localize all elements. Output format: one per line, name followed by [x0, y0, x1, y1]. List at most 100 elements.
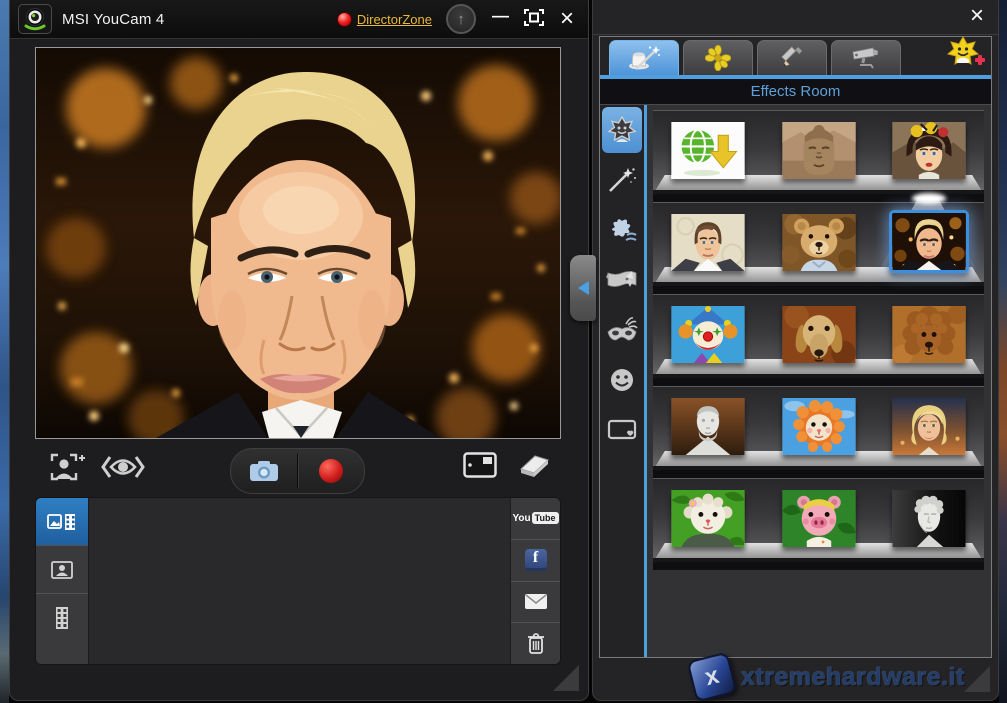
effect-thumb-plush-sheep[interactable] — [671, 490, 745, 547]
effect-thumb-download-from-directorzone[interactable] — [671, 122, 745, 179]
youtube-logo: You Tube — [513, 512, 559, 524]
close-button[interactable]: × — [970, 4, 984, 28]
chevron-left-icon — [571, 281, 589, 295]
snapshot-button[interactable] — [231, 449, 297, 493]
upload-arrow-icon: ↑ — [457, 11, 465, 28]
photo-and-video-icon — [47, 513, 77, 531]
restore-icon — [524, 9, 544, 26]
share-facebook-button[interactable]: f — [511, 540, 560, 582]
tab-surveillance[interactable] — [831, 40, 901, 75]
pencil-icon — [779, 45, 805, 71]
frame-heart-icon — [607, 418, 637, 442]
category-masks[interactable] — [602, 307, 642, 353]
category-particles[interactable] — [602, 207, 642, 253]
effects-shelves — [647, 105, 991, 657]
face-tracking-button[interactable] — [101, 452, 145, 487]
eraser-icon — [517, 452, 551, 478]
shelf-edge — [653, 374, 984, 378]
face-add-icon — [49, 452, 85, 484]
watermark-text: xtremehardware.it — [741, 663, 965, 692]
tab-bar — [600, 37, 991, 75]
filmstrip-icon — [55, 607, 69, 629]
shelf-row-1 — [653, 110, 984, 202]
category-frames[interactable] — [602, 257, 642, 303]
paint-splat-icon — [607, 217, 637, 243]
filter-photos-button[interactable] — [36, 546, 88, 594]
directorzone-link[interactable]: DirectorZone — [337, 12, 432, 27]
tab-effects-room[interactable] — [609, 40, 679, 75]
shelf-row-5 — [653, 478, 984, 570]
shelf-row-2 — [653, 202, 984, 294]
effects-window: × — [592, 0, 999, 701]
face-login-button[interactable] — [49, 452, 85, 489]
video-preview — [35, 47, 561, 439]
smiley-icon — [608, 366, 636, 394]
desktop-background-left — [0, 0, 9, 703]
shelf-edge — [653, 466, 984, 470]
media-library: You Tube f — [35, 497, 561, 665]
shelf-edge — [653, 190, 984, 194]
eye-icon — [101, 452, 145, 482]
media-gallery-empty[interactable] — [89, 498, 510, 664]
minimize-button[interactable]: — — [490, 6, 510, 32]
effect-thumb-golden-retriever-dog[interactable] — [782, 306, 856, 363]
close-button[interactable]: × — [558, 9, 576, 29]
magic-hat-wand-icon — [628, 45, 660, 71]
shelf-edge — [653, 282, 984, 286]
pip-screen-icon — [463, 452, 497, 478]
share-youtube-button[interactable]: You Tube — [511, 498, 560, 540]
effect-thumb-clown[interactable] — [671, 306, 745, 363]
effect-thumb-blond-man-avatar[interactable] — [889, 210, 969, 273]
effect-thumb-blonde-woman-avatar[interactable] — [892, 398, 966, 455]
effect-thumb-poodle-dog[interactable] — [892, 306, 966, 363]
envelope-icon — [524, 593, 548, 610]
effect-thumb-lincoln-bust[interactable] — [671, 398, 745, 455]
effect-thumb-teddy-bear[interactable] — [782, 214, 856, 271]
surveillance-camera-icon — [851, 46, 881, 70]
record-icon — [319, 459, 343, 483]
upload-button[interactable]: ↑ — [446, 4, 476, 34]
effect-thumb-terracotta-warrior[interactable] — [782, 122, 856, 179]
resize-grip[interactable] — [553, 665, 579, 691]
add-avatar-button[interactable] — [947, 36, 985, 73]
maximize-button[interactable] — [524, 7, 544, 31]
star-face-icon — [607, 116, 637, 144]
delete-media-button[interactable] — [511, 623, 560, 664]
panel-collapse-handle[interactable] — [570, 255, 596, 321]
category-magic-wand[interactable] — [602, 157, 642, 203]
masquerade-mask-icon — [606, 316, 638, 344]
directorzone-orb-icon — [337, 12, 352, 27]
share-email-button[interactable] — [511, 582, 560, 624]
youcam-logo-icon — [18, 4, 52, 34]
erase-effect-button[interactable] — [517, 452, 551, 483]
effect-thumb-brown-hair-man-avatar[interactable] — [671, 214, 745, 271]
capture-pill — [230, 448, 365, 494]
photo-icon — [51, 561, 73, 579]
titlebar: MSI YouCam 4 DirectorZone ↑ — × — [10, 0, 588, 39]
tab-draw-room[interactable] — [757, 40, 827, 75]
effect-thumb-david-statue[interactable] — [892, 490, 966, 547]
filter-videos-button[interactable] — [36, 594, 88, 641]
resize-grip[interactable] — [964, 666, 990, 692]
tab-gadgets[interactable] — [683, 40, 753, 75]
yellow-flower-icon — [705, 45, 731, 71]
record-button[interactable] — [298, 449, 364, 493]
effects-panel: Effects Room — [599, 36, 992, 658]
shelf-row-3 — [653, 294, 984, 386]
window-title: MSI YouCam 4 — [62, 11, 164, 28]
xtremehardware-logo: x — [687, 652, 738, 703]
effect-thumb-geisha-avatar[interactable] — [892, 122, 966, 179]
main-window: MSI YouCam 4 DirectorZone ↑ — × — [9, 0, 589, 701]
star-avatar-add-icon — [947, 36, 985, 68]
trash-icon — [527, 633, 545, 654]
effect-thumb-plush-pig[interactable] — [782, 490, 856, 547]
capture-controls — [35, 448, 559, 494]
category-scenes[interactable] — [602, 407, 642, 453]
pip-display-button[interactable] — [463, 452, 497, 483]
category-avatars[interactable] — [602, 107, 642, 153]
effect-thumb-plush-lion[interactable] — [782, 398, 856, 455]
category-emoticons[interactable] — [602, 357, 642, 403]
camera-icon — [249, 460, 279, 482]
magic-wand-icon — [607, 166, 637, 194]
filter-all-media-button[interactable] — [36, 498, 88, 546]
